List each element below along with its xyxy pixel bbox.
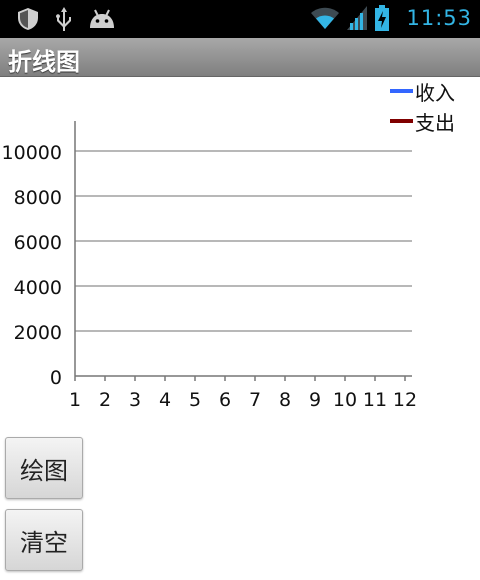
x-tick-label: 7 (249, 389, 261, 411)
x-tick-label: 12 (393, 389, 417, 411)
x-tick-label: 6 (219, 389, 231, 411)
x-tick-label: 11 (363, 389, 387, 411)
legend-label: 支出 (415, 111, 455, 135)
x-tick-label: 5 (189, 389, 201, 411)
x-tick-label: 8 (279, 389, 291, 411)
battery-charging-icon (375, 5, 390, 31)
y-tick-label: 6000 (14, 232, 62, 254)
y-tick-label: 2000 (14, 322, 62, 344)
y-tick-label: 0 (50, 367, 62, 389)
signal-icon (347, 6, 368, 30)
x-tick-label: 9 (309, 389, 321, 411)
x-tick-label: 2 (99, 389, 111, 411)
status-bar: 11:53 (0, 0, 480, 38)
y-tick-label: 4000 (14, 277, 62, 299)
legend-swatch (390, 89, 413, 93)
android-icon (90, 9, 114, 28)
line-chart: 0 2000 4000 6000 8000 10000 1 2 3 4 5 6 7 8 9 10 11 12 收入支… (0, 76, 480, 416)
clear-button[interactable]: 清空 (5, 509, 83, 571)
shield-icon (18, 8, 38, 30)
chart-canvas: 02000400060008000100001 2 3 4 5 6 7 8 9 10 11 12收入支… (2, 81, 455, 411)
usb-icon (56, 7, 71, 31)
clock: 11:53 (406, 6, 472, 30)
x-tick-label: 3 (129, 389, 141, 411)
x-tick-label: 4 (159, 389, 171, 411)
y-tick-label: 10000 (2, 142, 62, 164)
wifi-icon (311, 7, 340, 29)
title-bar: 折线图 (0, 38, 480, 77)
draw-button[interactable]: 绘图 (5, 437, 83, 499)
x-tick-label: 1 (69, 389, 81, 411)
x-tick-label: 10 (333, 389, 357, 411)
legend-swatch (390, 119, 413, 123)
y-tick-label: 8000 (14, 187, 62, 209)
legend-label: 收入 (415, 81, 455, 105)
page-title: 折线图 (8, 48, 80, 76)
